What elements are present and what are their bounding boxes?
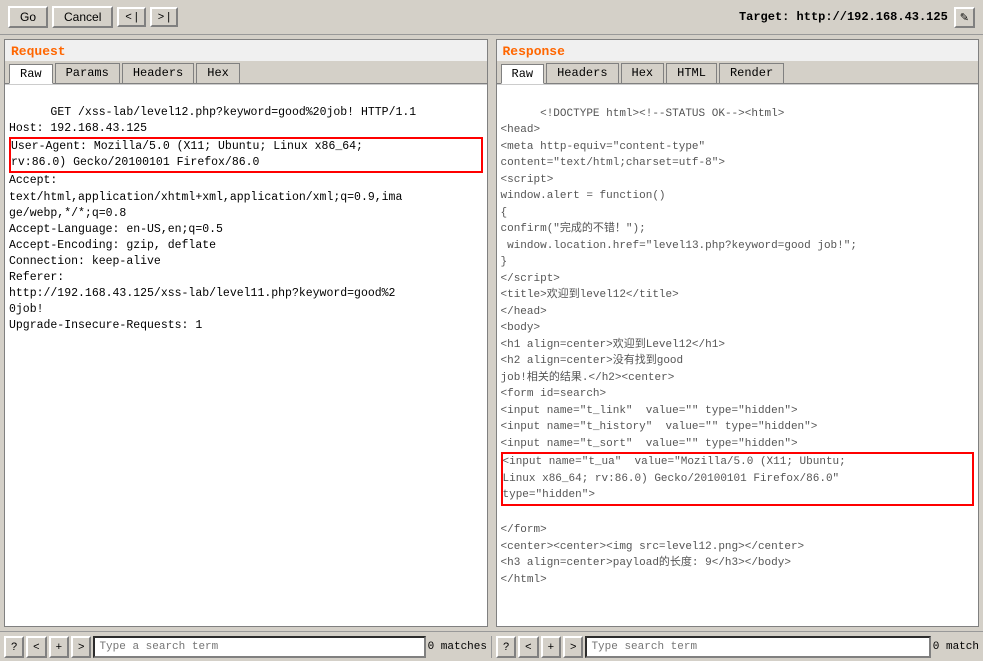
- request-content[interactable]: GET /xss-lab/level12.php?keyword=good%20…: [5, 85, 487, 626]
- response-line-7: {: [501, 207, 508, 219]
- cancel-button[interactable]: Cancel: [52, 6, 113, 28]
- response-search-next2[interactable]: >: [563, 636, 583, 658]
- request-search-prev[interactable]: <: [26, 636, 46, 658]
- response-match-count: 0 match: [933, 641, 979, 653]
- response-ua-highlight: <input name="t_ua" value="Mozilla/5.0 (X…: [501, 452, 975, 506]
- panels: Request Raw Params Headers Hex GET /xss-…: [0, 35, 983, 631]
- response-line-13: </head>: [501, 306, 547, 318]
- response-line-28: </html>: [501, 574, 547, 586]
- response-search-next[interactable]: +: [541, 636, 561, 658]
- response-line-12: <title>欢迎到level12</title>: [501, 289, 679, 301]
- target-label: Target: http://192.168.43.125: [739, 10, 948, 24]
- response-search-bar: ? < + > 0 match: [492, 636, 983, 658]
- response-line-14: <body>: [501, 322, 541, 334]
- request-panel-title: Request: [5, 40, 487, 61]
- tab-response-html[interactable]: HTML: [666, 63, 717, 83]
- response-line-1: <!DOCTYPE html><!--STATUS OK--><html>: [540, 108, 784, 120]
- forward-button[interactable]: > |: [150, 7, 178, 27]
- response-search-prev[interactable]: <: [518, 636, 538, 658]
- response-line-25: </form>: [501, 524, 547, 536]
- user-agent-highlight: User-Agent: Mozilla/5.0 (X11; Ubuntu; Li…: [9, 137, 483, 173]
- request-rest: Accept: text/html,application/xhtml+xml,…: [9, 174, 402, 332]
- go-button[interactable]: Go: [8, 6, 48, 28]
- request-search-next[interactable]: +: [49, 636, 69, 658]
- tab-response-headers[interactable]: Headers: [546, 63, 618, 83]
- request-search-input[interactable]: [93, 636, 425, 658]
- response-line-11: </script>: [501, 273, 560, 285]
- target-edit-button[interactable]: ✎: [954, 7, 975, 28]
- response-line-21: <input name="t_sort" value="" type="hidd…: [501, 438, 798, 450]
- bottom-bar: ? < + > 0 matches ? < + > 0 match: [0, 631, 983, 661]
- response-line-2: <head>: [501, 124, 541, 136]
- response-line-3: <meta http-equiv="content-type": [501, 141, 706, 153]
- response-line-9: window.location.href="level13.php?keywor…: [501, 240, 857, 252]
- toolbar-left: Go Cancel < | > |: [8, 6, 178, 28]
- response-search-input[interactable]: [585, 636, 930, 658]
- response-panel-title: Response: [497, 40, 979, 61]
- response-line-6: window.alert = function(): [501, 190, 666, 202]
- response-line-10: }: [501, 256, 508, 268]
- response-line-26: <center><center><img src=level12.png></c…: [501, 541, 805, 553]
- response-line-16: <h2 align=center>没有找到good: [501, 355, 684, 367]
- response-tabs: Raw Headers Hex HTML Render: [497, 61, 979, 84]
- response-line-17: job!相关的结果.</h2><center>: [501, 372, 675, 384]
- tab-response-render[interactable]: Render: [719, 63, 784, 83]
- response-line-19: <input name="t_link" value="" type="hidd…: [501, 405, 798, 417]
- main-toolbar: Go Cancel < | > | Target: http://192.168…: [0, 0, 983, 35]
- response-line-20: <input name="t_history" value="" type="h…: [501, 421, 818, 433]
- request-panel: Request Raw Params Headers Hex GET /xss-…: [4, 39, 488, 627]
- request-match-count: 0 matches: [428, 641, 487, 653]
- response-panel: Response Raw Headers Hex HTML Render <!D…: [496, 39, 980, 627]
- request-search-next2[interactable]: >: [71, 636, 91, 658]
- request-help-button[interactable]: ?: [4, 636, 24, 658]
- request-search-bar: ? < + > 0 matches: [0, 636, 492, 658]
- response-line-8: confirm("完成的不错！");: [501, 223, 646, 235]
- toolbar-right: Target: http://192.168.43.125 ✎: [739, 7, 975, 28]
- response-content[interactable]: <!DOCTYPE html><!--STATUS OK--><html> <h…: [497, 85, 979, 626]
- response-line-5: <script>: [501, 174, 554, 186]
- tab-request-params[interactable]: Params: [55, 63, 120, 83]
- request-tabs: Raw Params Headers Hex: [5, 61, 487, 84]
- tab-request-hex[interactable]: Hex: [196, 63, 240, 83]
- back-button[interactable]: < |: [117, 7, 145, 27]
- response-line-4: content="text/html;charset=utf-8">: [501, 157, 725, 169]
- response-help-button[interactable]: ?: [496, 636, 516, 658]
- tab-response-raw[interactable]: Raw: [501, 64, 545, 84]
- response-line-27: <h3 align=center>payload的长度: 9</h3></bod…: [501, 557, 791, 569]
- tab-request-raw[interactable]: Raw: [9, 64, 53, 84]
- request-first-line: GET /xss-lab/level12.php?keyword=good%20…: [9, 106, 416, 135]
- tab-request-headers[interactable]: Headers: [122, 63, 194, 83]
- response-line-15: <h1 align=center>欢迎到Level12</h1>: [501, 339, 725, 351]
- tab-response-hex[interactable]: Hex: [621, 63, 665, 83]
- response-line-18: <form id=search>: [501, 388, 607, 400]
